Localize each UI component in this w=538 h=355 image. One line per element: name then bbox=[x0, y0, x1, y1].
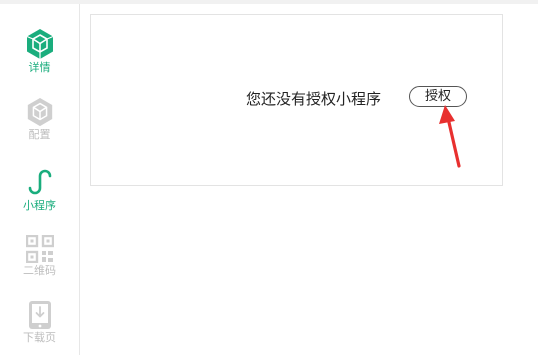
sidebar-item-label: 小程序 bbox=[23, 199, 56, 212]
download-page-icon bbox=[28, 301, 51, 329]
sidebar-item-qrcode[interactable]: 二维码 bbox=[0, 235, 79, 278]
sidebar-item-label: 详情 bbox=[28, 61, 51, 74]
sidebar: 详情 配置 小程序 二维码 下载页 bbox=[0, 4, 80, 355]
sidebar-item-miniprogram[interactable]: 小程序 bbox=[0, 166, 79, 213]
top-bar bbox=[0, 0, 538, 4]
cube-outline-icon bbox=[27, 97, 52, 127]
sidebar-item-details[interactable]: 详情 bbox=[0, 28, 79, 75]
sidebar-item-label: 二维码 bbox=[23, 264, 56, 277]
sidebar-item-config[interactable]: 配置 bbox=[0, 97, 79, 142]
miniprogram-icon bbox=[28, 169, 51, 195]
sidebar-item-label: 配置 bbox=[28, 128, 51, 141]
arrow-icon bbox=[439, 105, 461, 168]
cube-icon bbox=[26, 29, 53, 59]
sidebar-item-download-page[interactable]: 下载页 bbox=[0, 300, 79, 345]
qrcode-icon bbox=[25, 235, 54, 263]
no-authorization-message: 您还没有授权小程序 bbox=[246, 90, 382, 108]
sidebar-item-label: 下载页 bbox=[23, 331, 56, 344]
